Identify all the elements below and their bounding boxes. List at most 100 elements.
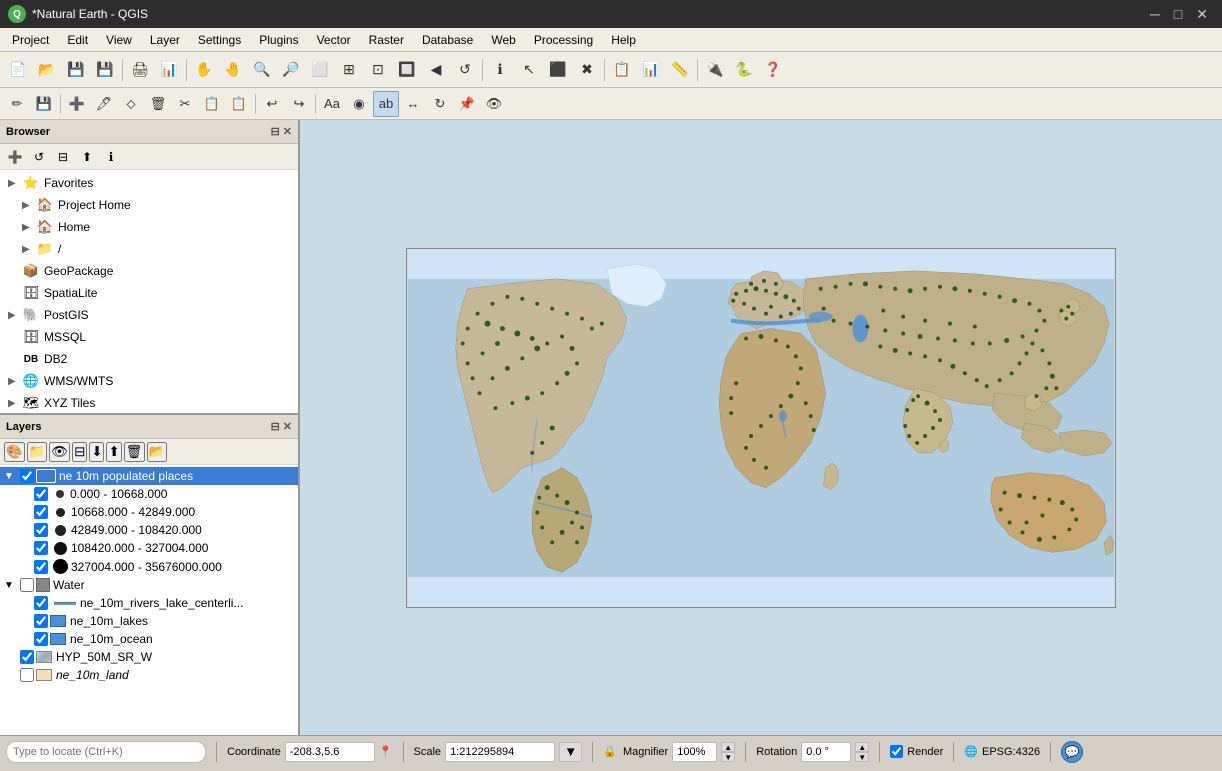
save-edits-button[interactable]: 💾	[31, 91, 57, 117]
zoom-selected-button[interactable]: 🔲	[393, 56, 421, 84]
zoom-in-button[interactable]: 🔍	[248, 56, 276, 84]
map-area[interactable]	[300, 120, 1222, 735]
browser-panel-controls[interactable]: ⊟ ✕	[271, 125, 292, 138]
layer-ocean[interactable]: ne_10m_ocean	[0, 630, 298, 648]
python-button[interactable]: 🐍	[730, 56, 758, 84]
pan-button[interactable]: ✋	[190, 56, 218, 84]
print-button[interactable]: 🖨	[126, 56, 154, 84]
menu-project[interactable]: Project	[4, 31, 57, 49]
rotation-down-btn[interactable]: ▼	[855, 752, 869, 762]
coordinate-input[interactable]	[285, 742, 375, 762]
water-checkbox[interactable]	[20, 578, 34, 592]
range5-checkbox[interactable]	[34, 560, 48, 574]
browser-item-postgis[interactable]: ▶ 🐘 PostGIS	[0, 304, 298, 326]
layer-range-3[interactable]: 42849.000 - 108420.000	[0, 521, 298, 539]
menu-edit[interactable]: Edit	[59, 31, 96, 49]
zoom-prev-button[interactable]: ◀	[422, 56, 450, 84]
layer-land[interactable]: ne_10m_land	[0, 666, 298, 684]
browser-info-btn[interactable]: ℹ	[100, 146, 122, 168]
menu-database[interactable]: Database	[414, 31, 481, 49]
magnifier-input[interactable]	[672, 742, 717, 762]
zoom-out-button[interactable]: 🔎	[277, 56, 305, 84]
rotation-input[interactable]	[801, 742, 851, 762]
identify-button[interactable]: ℹ	[486, 56, 514, 84]
browser-add-btn[interactable]: ➕	[4, 146, 26, 168]
refresh-button[interactable]: ↺	[451, 56, 479, 84]
browser-item-wms[interactable]: ▶ 🌐 WMS/WMTS	[0, 370, 298, 392]
add-group-btn[interactable]: 📁	[27, 442, 48, 462]
menu-view[interactable]: View	[98, 31, 140, 49]
browser-close-btn[interactable]: ✕	[283, 125, 292, 138]
new-project-button[interactable]: 📄	[4, 56, 32, 84]
save-button[interactable]: 💾	[62, 56, 90, 84]
zoom-layer-button[interactable]: ⊡	[364, 56, 392, 84]
browser-item-xyz[interactable]: ▶ 🗺 XYZ Tiles	[0, 392, 298, 413]
locate-input[interactable]	[6, 741, 206, 763]
plugins-button[interactable]: 🔌	[701, 56, 729, 84]
zoom-full-button[interactable]: ⊞	[335, 56, 363, 84]
remove-layer-btn[interactable]: 🗑	[124, 442, 145, 462]
range2-checkbox[interactable]	[34, 505, 48, 519]
zoom-rubber-button[interactable]: ⬜	[306, 56, 334, 84]
crs-section[interactable]: 🌐 EPSG:4326	[964, 745, 1040, 758]
crs-label[interactable]: EPSG:4326	[982, 746, 1040, 758]
browser-item-spatialite[interactable]: 🗄 SpatiaLite	[0, 282, 298, 304]
label-pin-button[interactable]: 📌	[454, 91, 480, 117]
range1-checkbox[interactable]	[34, 487, 48, 501]
label-show-button[interactable]: 👁	[481, 91, 507, 117]
expand-all-btn[interactable]: ⬇	[89, 442, 104, 462]
menu-layer[interactable]: Layer	[142, 31, 188, 49]
layer-range-4[interactable]: 108420.000 - 327004.000	[0, 539, 298, 557]
new-group-btn[interactable]: 📂	[147, 442, 168, 462]
save-as-button[interactable]: 💾	[91, 56, 119, 84]
measure-button[interactable]: 📏	[666, 56, 694, 84]
browser-filter-btn[interactable]: ⊟	[52, 146, 74, 168]
message-log-btn[interactable]: 💬	[1061, 741, 1083, 763]
browser-collapse-btn[interactable]: ⬆	[76, 146, 98, 168]
rotation-spinner[interactable]: ▲ ▼	[855, 742, 869, 762]
digitize-button[interactable]: 🖊	[91, 91, 117, 117]
reports-button[interactable]: 📊	[155, 56, 183, 84]
ocean-checkbox[interactable]	[34, 632, 48, 646]
minimize-button[interactable]: ─	[1144, 4, 1166, 25]
hyp-checkbox[interactable]	[20, 650, 34, 664]
collapse-all-btn[interactable]: ⬆	[106, 442, 121, 462]
label-move-button[interactable]: ↔	[400, 91, 426, 117]
delete-selected-button[interactable]: 🗑	[145, 91, 171, 117]
menu-raster[interactable]: Raster	[361, 31, 412, 49]
window-controls[interactable]: ─ □ ✕	[1144, 4, 1214, 25]
add-feature-button[interactable]: ➕	[64, 91, 90, 117]
filter-layers-btn[interactable]: ⊟	[72, 442, 87, 462]
open-button[interactable]: 📂	[33, 56, 61, 84]
layers-panel-controls[interactable]: ⊟ ✕	[271, 420, 292, 433]
label-rotate-button[interactable]: ↻	[427, 91, 453, 117]
label-active-button[interactable]: ab	[373, 91, 399, 117]
help-button[interactable]: ❓	[759, 56, 787, 84]
manage-layers-btn[interactable]: 👁	[49, 442, 70, 462]
menu-processing[interactable]: Processing	[526, 31, 601, 49]
land-checkbox[interactable]	[20, 668, 34, 682]
copy-features-button[interactable]: 📋	[199, 91, 225, 117]
label-button[interactable]: Aa	[319, 91, 345, 117]
menu-plugins[interactable]: Plugins	[251, 31, 306, 49]
vertex-tool-button[interactable]: ⬦	[118, 91, 144, 117]
select-button[interactable]: ↖	[515, 56, 543, 84]
redo-button[interactable]: ↪	[286, 91, 312, 117]
menu-help[interactable]: Help	[603, 31, 644, 49]
select-rect-button[interactable]: ⬛	[544, 56, 572, 84]
layer-rivers[interactable]: ne_10m_rivers_lake_centerli...	[0, 594, 298, 612]
rotation-up-btn[interactable]: ▲	[855, 742, 869, 752]
layer-lakes[interactable]: ne_10m_lakes	[0, 612, 298, 630]
diagram-button[interactable]: ◉	[346, 91, 372, 117]
layer-hyp[interactable]: HYP_50M_SR_W	[0, 648, 298, 666]
browser-item-db2[interactable]: DB DB2	[0, 348, 298, 370]
magnifier-spinner[interactable]: ▲ ▼	[721, 742, 735, 762]
menu-settings[interactable]: Settings	[190, 31, 249, 49]
magnifier-up-btn[interactable]: ▲	[721, 742, 735, 752]
layer-populated-places[interactable]: ▼ ne 10m populated places	[0, 467, 298, 485]
range3-checkbox[interactable]	[34, 523, 48, 537]
layer-range-5[interactable]: 327004.000 - 35676000.000	[0, 557, 298, 576]
pan-map-button[interactable]: 🤚	[219, 56, 247, 84]
layer-range-1[interactable]: 0.000 - 10668.000	[0, 485, 298, 503]
deselect-button[interactable]: ✖	[573, 56, 601, 84]
